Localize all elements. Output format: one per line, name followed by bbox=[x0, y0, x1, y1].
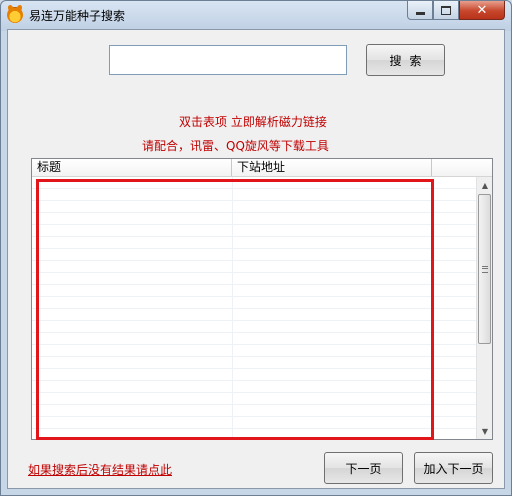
search-button[interactable]: 搜索 bbox=[366, 44, 445, 76]
close-icon: ✕ bbox=[476, 2, 488, 18]
results-list[interactable]: 标题 下站地址 ▲ ▼ bbox=[31, 158, 493, 440]
scroll-thumb[interactable] bbox=[478, 194, 491, 344]
chevron-down-icon[interactable]: ▼ bbox=[477, 423, 492, 439]
title-bar[interactable]: 易连万能种子搜索 ✕ bbox=[1, 1, 511, 29]
maximize-button[interactable] bbox=[433, 1, 459, 20]
column-header-title[interactable]: 标题 bbox=[32, 159, 232, 176]
chevron-up-icon[interactable]: ▲ bbox=[477, 177, 492, 193]
hint-double-click: 双击表项 立即解析磁力链接 bbox=[179, 115, 327, 129]
app-logo-icon bbox=[7, 7, 23, 23]
close-button[interactable]: ✕ bbox=[459, 1, 505, 20]
search-input[interactable] bbox=[109, 45, 347, 75]
window-title: 易连万能种子搜索 bbox=[29, 9, 126, 23]
minimize-icon bbox=[415, 11, 425, 15]
add-next-page-button[interactable]: 加入下一页 bbox=[414, 452, 493, 484]
grip-icon bbox=[481, 265, 488, 273]
list-rows[interactable] bbox=[32, 177, 476, 439]
vertical-scrollbar[interactable]: ▲ ▼ bbox=[476, 177, 492, 439]
next-page-button[interactable]: 下一页 bbox=[324, 452, 403, 484]
maximize-icon bbox=[441, 5, 451, 15]
no-results-link[interactable]: 如果搜索后没有结果请点此 bbox=[28, 461, 172, 478]
client-area: 搜索 双击表项 立即解析磁力链接 请配合，讯雷、QQ旋风等下载工具 标题 下站地… bbox=[7, 29, 505, 489]
minimize-button[interactable] bbox=[407, 1, 433, 20]
column-divider bbox=[232, 177, 233, 439]
hint-download-tools: 请配合，讯雷、QQ旋风等下载工具 bbox=[142, 139, 329, 153]
list-header: 标题 下站地址 bbox=[32, 159, 492, 177]
column-header-url[interactable]: 下站地址 bbox=[232, 159, 432, 176]
